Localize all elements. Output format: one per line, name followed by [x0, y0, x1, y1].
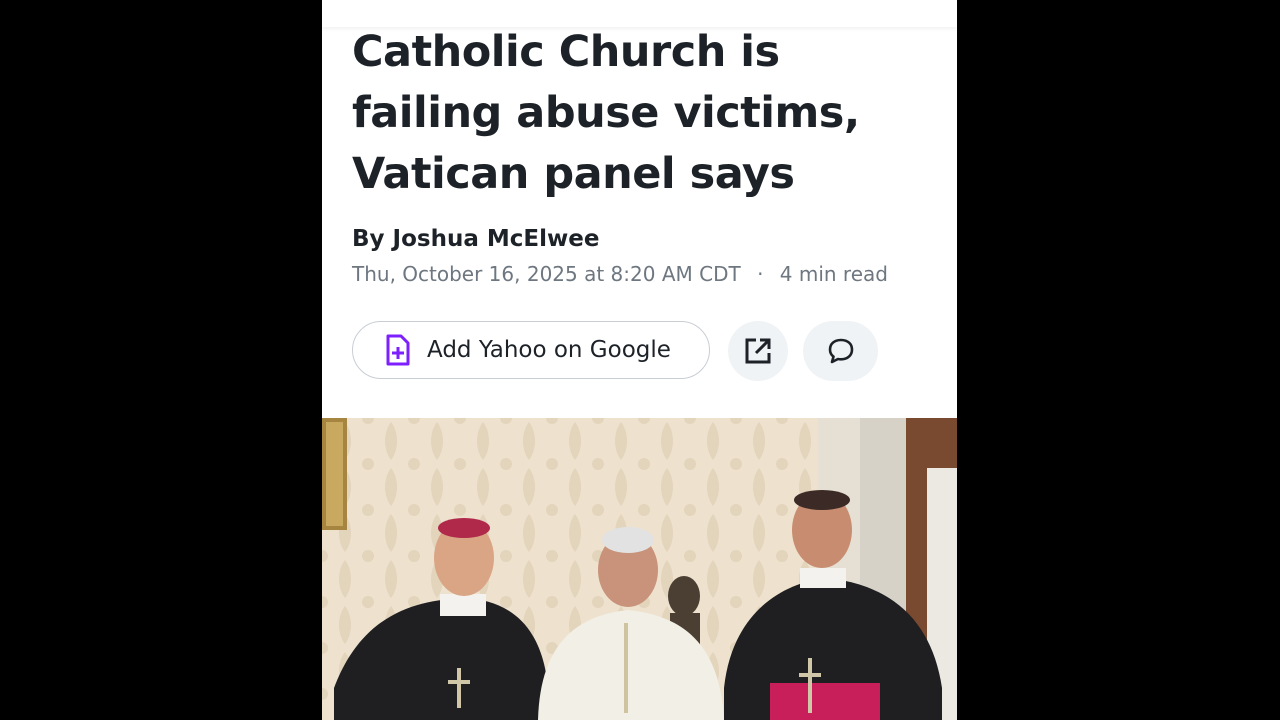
- author-byline[interactable]: By Joshua McElwee: [352, 226, 599, 252]
- publish-date: Thu, October 16, 2025 at 8:20 AM CDT: [352, 262, 741, 286]
- comments-button[interactable]: [803, 321, 878, 381]
- add-yahoo-label: Add Yahoo on Google: [427, 337, 671, 363]
- document-plus-icon: [386, 334, 410, 366]
- article-headline: Catholic Church is failing abuse victims…: [352, 27, 860, 199]
- read-time: 4 min read: [779, 262, 888, 286]
- meta-separator: ·: [757, 262, 764, 286]
- article-photo: [322, 418, 957, 720]
- comment-bubble-icon: [828, 338, 853, 364]
- article-page: Catholic Church is failing abuse victims…: [322, 0, 957, 720]
- article-meta: Thu, October 16, 2025 at 8:20 AM CDT · 4…: [352, 262, 888, 286]
- share-button[interactable]: [728, 321, 788, 381]
- external-share-icon: [745, 338, 771, 364]
- add-yahoo-on-google-button[interactable]: Add Yahoo on Google: [352, 321, 710, 379]
